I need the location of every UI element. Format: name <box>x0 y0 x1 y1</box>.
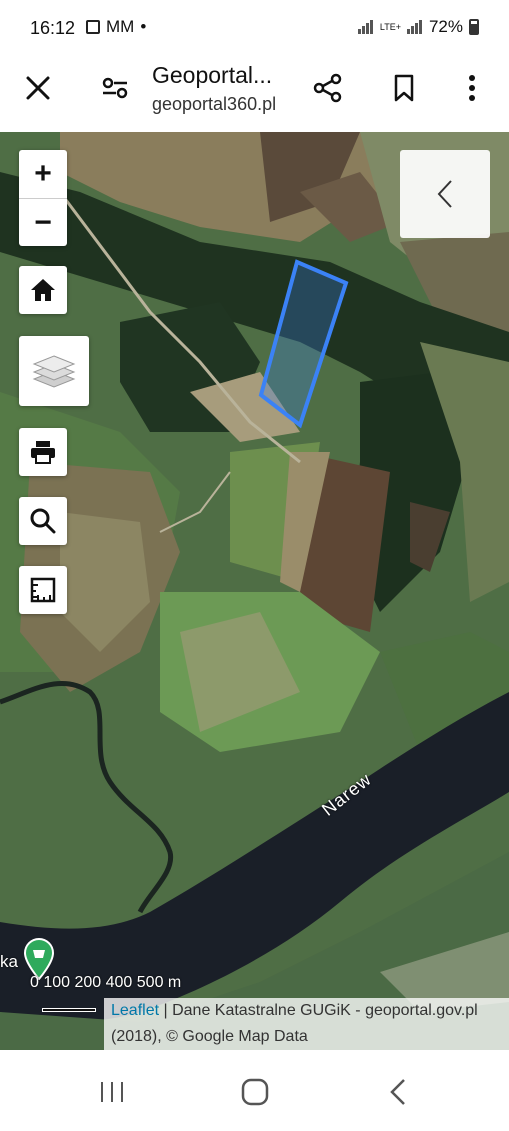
measure-icon[interactable] <box>19 566 67 614</box>
home-button-icon[interactable] <box>225 1070 285 1114</box>
page-url[interactable]: geoportal360.pl <box>152 94 276 115</box>
recent-apps-icon[interactable] <box>82 1070 142 1114</box>
map-view[interactable]: + − Narew ka 0 100 200 400 500 m Leaflet… <box>0 132 509 1050</box>
bookmark-icon[interactable] <box>384 68 424 108</box>
scale-bar <box>42 1008 96 1012</box>
satellite-imagery <box>0 132 509 1050</box>
home-icon[interactable] <box>19 266 67 314</box>
cell-signal-icon <box>406 20 423 34</box>
attribution-text: | Dane Katastralne GUGiK - geoportal.gov… <box>111 1002 478 1045</box>
dot-icon: • <box>140 17 147 36</box>
chevron-left-icon <box>437 180 452 208</box>
battery-percent: 72% <box>428 17 463 36</box>
wifi-signal-icon <box>357 20 374 34</box>
back-icon[interactable] <box>368 1070 428 1114</box>
zoom-in-button[interactable]: + <box>19 150 67 198</box>
search-icon[interactable] <box>19 497 67 545</box>
more-icon[interactable] <box>452 68 492 108</box>
page-title[interactable]: Geoportal... <box>152 62 272 89</box>
close-icon[interactable] <box>18 68 58 108</box>
layers-icon[interactable] <box>19 336 89 406</box>
network-type: LTE+ <box>379 22 401 32</box>
system-nav-bar <box>0 1050 509 1131</box>
map-attribution: Leaflet | Dane Katastralne GUGiK - geopo… <box>104 998 509 1050</box>
status-time: 16:12 <box>30 18 76 38</box>
share-icon[interactable] <box>308 68 348 108</box>
leaflet-link[interactable]: Leaflet <box>111 1002 159 1019</box>
notification-indicators: MM • <box>86 17 146 37</box>
notification-text: MM <box>106 17 135 36</box>
status-bar: 16:12 MM • LTE+ 72% <box>0 0 509 56</box>
scale-labels: 0 100 200 400 500 m <box>30 974 182 991</box>
gallery-icon <box>86 20 100 34</box>
battery-icon <box>469 19 479 35</box>
zoom-out-button[interactable]: − <box>19 198 67 246</box>
status-right: LTE+ 72% <box>357 17 479 37</box>
page-settings-icon[interactable] <box>95 68 135 108</box>
place-label: ka <box>0 952 18 971</box>
side-panel-toggle[interactable] <box>400 150 490 238</box>
zoom-control: + − <box>19 150 67 246</box>
print-icon[interactable] <box>19 428 67 476</box>
browser-toolbar: Geoportal... geoportal360.pl <box>0 56 509 132</box>
